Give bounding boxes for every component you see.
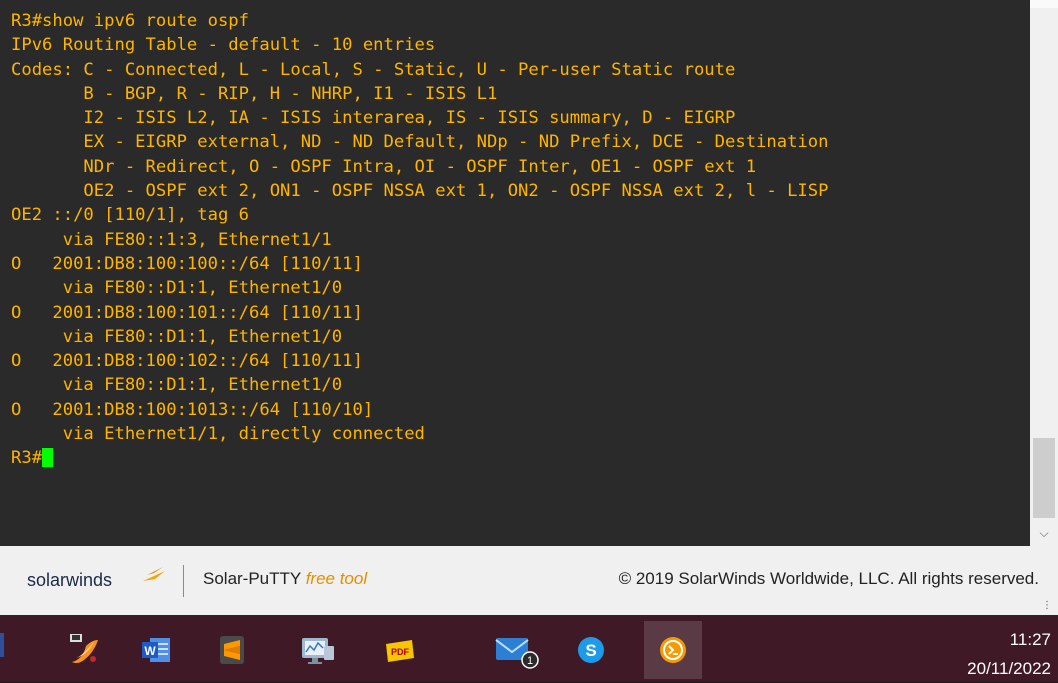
clock-date: 20/11/2022 xyxy=(967,659,1051,678)
mail-icon: 1 xyxy=(495,638,539,669)
footer-divider xyxy=(183,565,184,597)
terminal-line: B - BGP, R - RIP, H - NHRP, I1 - ISIS L1 xyxy=(11,83,498,104)
app-footer: solarwinds Solar-PuTTY free tool © 2019 … xyxy=(0,546,1058,615)
copyright-text: © 2019 SolarWinds Worldwide, LLC. All ri… xyxy=(618,569,1039,588)
scrollbar-thumb[interactable] xyxy=(1033,438,1055,518)
taskbar-app-word[interactable]: W xyxy=(130,621,182,679)
taskbar-app-sublime[interactable] xyxy=(206,621,258,679)
svg-text:W: W xyxy=(144,644,156,658)
taskbar-app-network-monitor[interactable] xyxy=(292,621,344,679)
scroll-down-arrow-icon[interactable]: ⌵ xyxy=(1030,520,1058,546)
pdf-reader-icon: PDF xyxy=(386,640,414,662)
skype-icon: S xyxy=(578,637,604,663)
terminal-line: R3#show ipv6 route ospf xyxy=(11,11,249,31)
taskbar-app-pdf[interactable]: PDF xyxy=(374,621,426,679)
solar-putty-icon xyxy=(660,637,686,663)
product-label: Solar-PuTTY xyxy=(203,569,301,588)
taskbar-app-skype[interactable]: S xyxy=(565,621,617,679)
product-name: Solar-PuTTY free tool xyxy=(203,569,367,589)
network-monitor-icon xyxy=(302,638,334,664)
terminal-line: O 2001:DB8:100:101::/64 [110/11] xyxy=(11,302,363,323)
terminal-cursor xyxy=(42,448,54,468)
terminal-line: O 2001:DB8:100:100::/64 [110/11] xyxy=(11,253,363,274)
terminal-line: O 2001:DB8:100:102::/64 [110/11] xyxy=(11,351,363,372)
gns3-icon xyxy=(70,634,98,664)
window-edge-marker xyxy=(0,633,4,657)
terminal-line: via FE80::D1:1, Ethernet1/0 xyxy=(11,326,343,347)
windows-taskbar: W PDF 1 S 11:27 20/11/2022 xyxy=(0,615,1058,682)
mail-badge: 1 xyxy=(527,655,533,667)
taskbar-app-solar-putty[interactable] xyxy=(644,621,702,679)
taskbar-app-gns3[interactable] xyxy=(58,621,110,679)
sublime-text-icon xyxy=(220,636,244,664)
word-icon: W xyxy=(142,638,170,662)
taskbar-clock[interactable]: 11:27 20/11/2022 xyxy=(967,625,1051,683)
terminal-line: I2 - ISIS L2, IA - ISIS interarea, IS - … xyxy=(11,108,736,129)
svg-text:S: S xyxy=(585,641,596,660)
terminal-line: OE2 ::/0 [110/1], tag 6 xyxy=(11,205,249,226)
terminal-output[interactable]: R3#show ipv6 route ospf IPv6 Routing Tab… xyxy=(0,0,1030,546)
terminal-line: NDr - Redirect, O - OSPF Intra, OI - OSP… xyxy=(11,156,757,177)
terminal-line: IPv6 Routing Table - default - 10 entrie… xyxy=(11,35,436,56)
terminal-line: OE2 - OSPF ext 2, ON1 - OSPF NSSA ext 1,… xyxy=(11,181,829,202)
terminal-line: via FE80::D1:1, Ethernet1/0 xyxy=(11,278,343,299)
free-tool-label: free tool xyxy=(305,569,368,588)
terminal-prompt: R3# xyxy=(11,448,43,469)
terminal-scrollbar[interactable]: ⌵ xyxy=(1030,8,1058,546)
clock-time: 11:27 xyxy=(1009,630,1051,649)
terminal-line: via FE80::D1:1, Ethernet1/0 xyxy=(11,375,343,396)
solarwinds-flame-icon xyxy=(143,567,165,581)
brand-logo-text: solarwinds xyxy=(27,570,113,590)
svg-text:PDF: PDF xyxy=(391,647,410,657)
terminal-prompt-line[interactable]: R3# xyxy=(11,446,1030,470)
resize-grip-icon[interactable]: ⋮ xyxy=(1042,600,1052,611)
terminal-line: Codes: C - Connected, L - Local, S - Sta… xyxy=(11,59,736,80)
terminal-line: via FE80::1:3, Ethernet1/1 xyxy=(11,229,332,250)
terminal-line: via Ethernet1/1, directly connected xyxy=(11,424,425,445)
terminal-line: O 2001:DB8:100:1013::/64 [110/10] xyxy=(11,399,374,420)
terminal-lines: R3#show ipv6 route ospf IPv6 Routing Tab… xyxy=(11,9,1030,471)
terminal-line: EX - EIGRP external, ND - ND Default, ND… xyxy=(11,132,829,153)
taskbar-app-mail[interactable]: 1 xyxy=(490,621,542,679)
